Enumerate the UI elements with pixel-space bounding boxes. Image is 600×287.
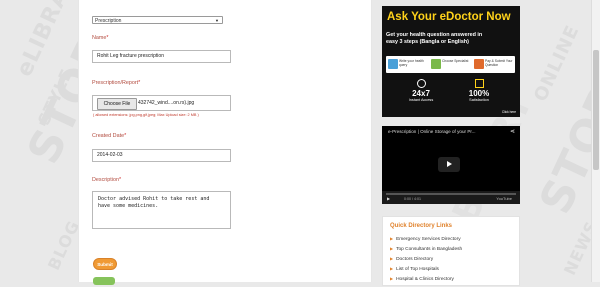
quick-links-list: ▶ Emergency Services Directory ▶ Top Consu… [390,234,462,284]
write-query-icon [388,59,398,69]
clock-icon [416,79,426,88]
created-date-input[interactable]: 2014-02-03 [92,149,231,162]
video-title[interactable]: e-Prescription | Online Storage of your … [388,129,476,134]
description-line: have some medicines. [98,203,159,209]
play-button[interactable] [438,157,460,172]
ad-stat-label: Satisfaction [469,98,489,102]
required-mark: * [138,80,141,86]
quick-link-item[interactable]: ▶ Hospital & Clinics Directory [390,274,462,284]
ad-step: Choose Specialist [430,58,470,71]
document-type-value: Prescription [95,18,122,24]
quick-link-item[interactable]: ▶ Doctors Directory [390,254,462,264]
arrow-right-icon: ▶ [390,256,394,261]
ad-click-here-link[interactable]: Click here [502,110,516,114]
page-scrollbar[interactable] [591,0,600,282]
share-icon[interactable]: ⋖ [510,128,515,135]
quick-link-label[interactable]: Top Consultants in Bangladesh [396,247,462,252]
youtube-logo[interactable]: YouTube [496,196,512,201]
quick-link-item[interactable]: ▶ Emergency Services Directory [390,234,462,244]
ad-stat-value: 24x7 [412,89,430,98]
description-textarea[interactable]: Doctor advised Rohit to take rest and ha… [92,191,231,229]
quick-link-label[interactable]: Hospital & Clinics Directory [396,277,454,282]
ad-step: Pay & Submit Your Question [473,58,513,71]
ad-stat: 24x7 Instant Access [396,79,446,102]
date-label: Created Date* [92,133,126,139]
ad-subtitle-line: easy 3 steps (Bangla or English) [386,38,469,45]
scrollbar-thumb[interactable] [593,50,599,170]
choose-file-button[interactable]: Choose File [97,98,137,110]
secondary-button[interactable] [93,277,115,285]
description-line: Doctor advised Rohit to take rest and [98,196,210,202]
description-label: Description* [92,177,121,183]
ad-stat: 100% Satisfaction [454,79,504,102]
name-label-text: Name [92,35,107,41]
video-player[interactable]: e-Prescription | Online Storage of your … [382,126,520,204]
play-control-icon[interactable]: ▶ [387,196,390,201]
background-watermark: ONLINE [530,21,584,105]
file-input[interactable]: Choose File 432742_wind....on.rs).jpg [92,95,231,111]
ad-stat-value: 100% [468,89,490,98]
quick-link-item[interactable]: ▶ Top Consultants in Bangladesh [390,244,462,254]
ad-step: Write your health query [387,58,427,71]
required-mark: * [106,35,109,41]
arrow-right-icon: ▶ [390,236,394,241]
file-label-text: Prescription/Report [92,80,139,86]
quick-link-label[interactable]: Doctors Directory [396,257,433,262]
quick-link-label[interactable]: List of Top Hospitals [396,267,439,272]
form-panel: Prescription ▼ Name* Rohit Leg fracture … [78,0,372,285]
ad-title: Ask Your eDoctor Now [387,11,511,23]
ad-stats: 24x7 Instant Access 100% Satisfaction [396,79,506,107]
submit-button[interactable]: Submit [93,258,117,270]
file-label: Prescription/Report* [92,80,140,86]
ad-subtitle: Get your health question answered in eas… [386,32,482,45]
video-progress-bar[interactable] [386,193,516,195]
ad-subtitle-line: Get your health question answered in [386,32,483,38]
file-upload-hint: ( allowed extensions: jpg,png,gif,jpeg; … [93,113,199,117]
pay-submit-icon [474,59,484,69]
arrow-right-icon: ▶ [390,276,394,281]
quick-links-box: Quick Directory Links ▶ Emergency Service… [382,216,520,286]
date-label-text: Created Date [92,133,125,139]
arrow-right-icon: ▶ [390,266,394,271]
ad-step-label: Pay & Submit Your Question [485,59,513,67]
arrow-right-icon: ▶ [390,246,394,251]
thumbs-up-icon [474,79,484,88]
ad-step-label: Write your health query [399,59,424,67]
ad-steps: Write your health query Choose Specialis… [386,56,515,73]
quick-links-title: Quick Directory Links [390,223,453,229]
ad-step-label: Choose Specialist [442,59,469,63]
chevron-down-icon: ▼ [215,18,219,23]
quick-link-item[interactable]: ▶ List of Top Hospitals [390,264,462,274]
choose-specialist-icon [431,59,441,69]
ad-stat-label: Instant Access [408,98,434,102]
required-mark: * [124,133,127,139]
edoctor-ad-banner[interactable]: Ask Your eDoctor Now Get your health que… [382,6,520,117]
chosen-file-name: 432742_wind....on.rs).jpg [138,100,195,106]
video-time: 0:00 / 4:01 [404,197,421,201]
name-input[interactable]: Rohit Leg fracture prescription [92,50,231,63]
name-label: Name* [92,35,109,41]
required-mark: * [118,177,122,183]
description-label-text: Description [92,177,119,183]
quick-link-label[interactable]: Emergency Services Directory [396,237,461,242]
document-type-select[interactable]: Prescription ▼ [92,16,223,24]
video-controls: ▶ 0:00 / 4:01 YouTube [382,191,520,204]
